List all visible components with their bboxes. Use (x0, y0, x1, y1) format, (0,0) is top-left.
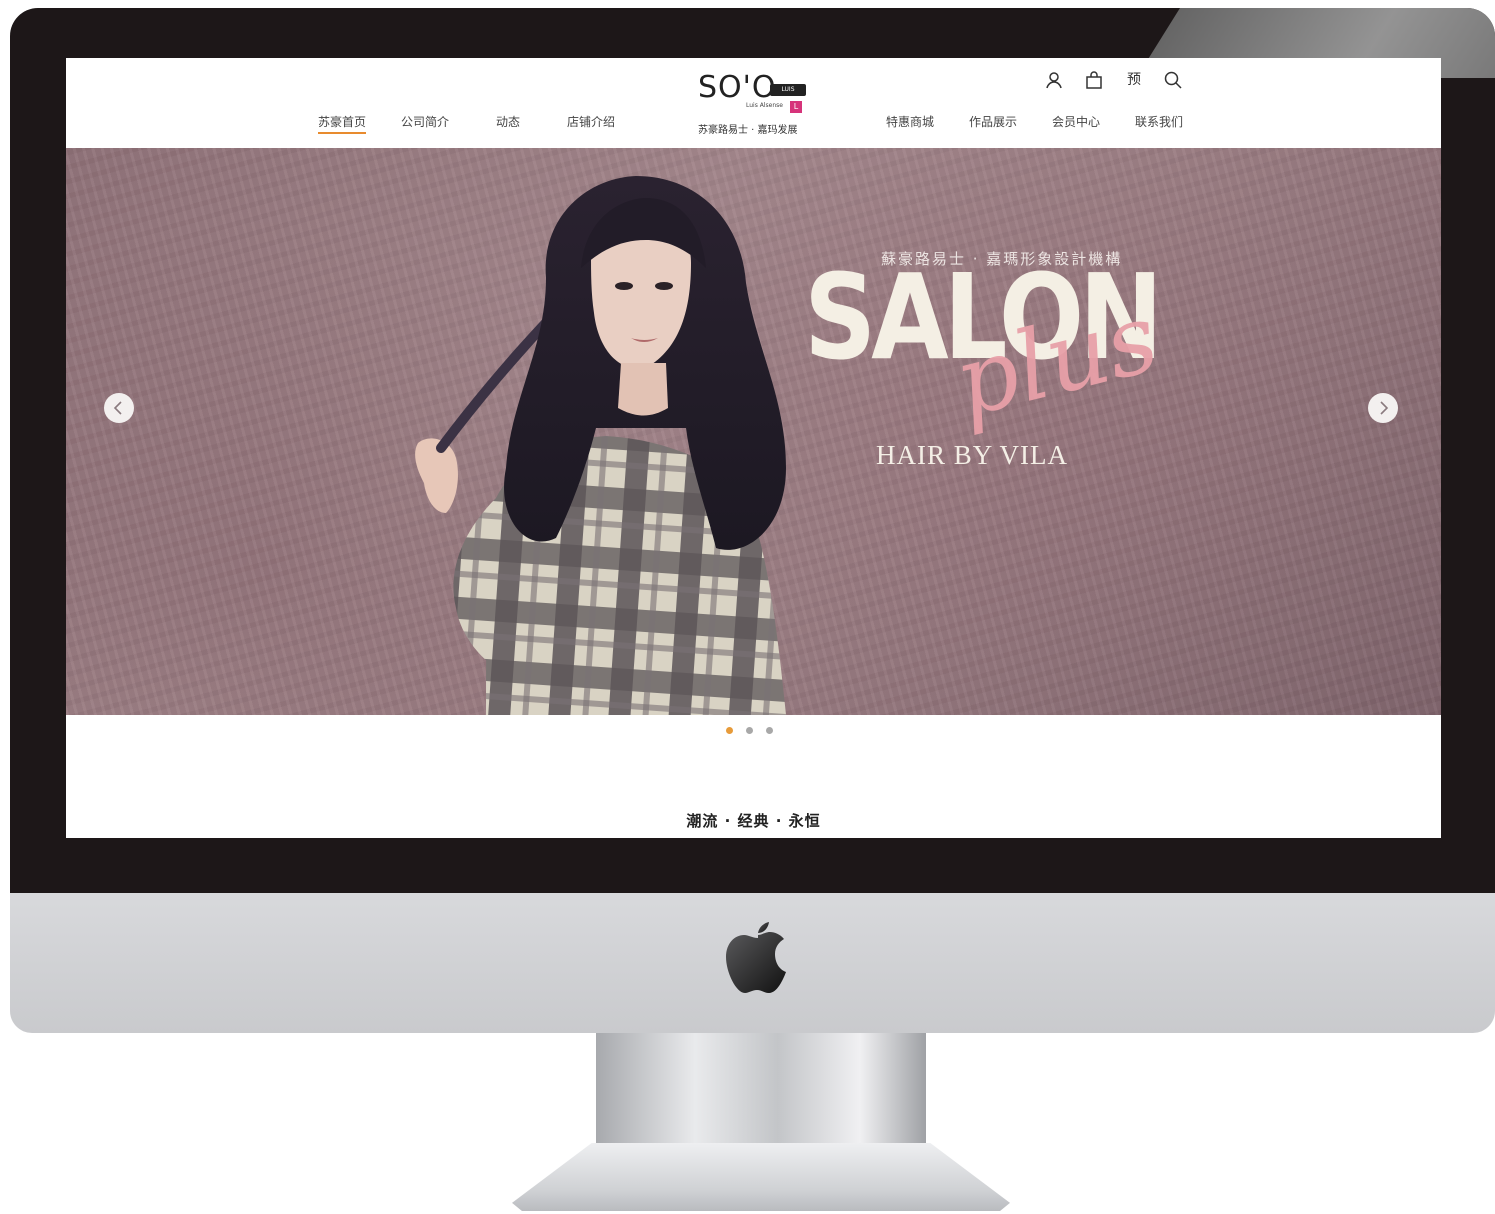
logo-badge: LUIS (770, 84, 806, 96)
logo-chinese-name: 苏豪路易士 · 嘉玛发展 (698, 125, 798, 136)
carousel-dot[interactable] (726, 727, 733, 734)
hero-tagline: HAIR BY VILA (876, 440, 1068, 470)
apple-logo-icon (726, 922, 786, 993)
nav-item-works[interactable]: 作品展示 (969, 113, 1017, 130)
chevron-left-icon (113, 401, 122, 415)
monitor-stand-neck (596, 1033, 926, 1143)
screen: 苏豪首页 公司简介 动态 店铺介绍 SO'O LUIS Luis Alsense… (66, 58, 1441, 838)
nav-item-about[interactable]: 公司简介 (401, 113, 449, 130)
logo-wordmark: SO'O (698, 70, 777, 105)
brand-slogan: 潮流 · 经典 · 永恒 (686, 812, 821, 830)
site-header: 苏豪首页 公司简介 动态 店铺介绍 SO'O LUIS Luis Alsense… (66, 58, 1441, 148)
search-icon[interactable] (1163, 70, 1183, 90)
nav-item-mall[interactable]: 特惠商城 (886, 113, 934, 130)
site-logo[interactable]: SO'O LUIS Luis Alsense L 苏豪路易士 · 嘉玛发展 (686, 64, 816, 142)
logo-pink-mark: L (790, 101, 802, 113)
imac-mockup: 苏豪首页 公司简介 动态 店铺介绍 SO'O LUIS Luis Alsense… (0, 0, 1495, 1214)
carousel-dot[interactable] (766, 727, 773, 734)
nav-item-home[interactable]: 苏豪首页 (318, 113, 367, 134)
carousel-next-button[interactable] (1368, 393, 1398, 423)
logo-subline: Luis Alsense (746, 102, 783, 109)
nav-item-news[interactable]: 动态 (496, 113, 520, 130)
nav-item-stores[interactable]: 店铺介绍 (567, 113, 615, 130)
reserve-icon[interactable]: 预 (1124, 70, 1144, 90)
nav-item-contact[interactable]: 联系我们 (1135, 113, 1183, 130)
hero-banner[interactable]: 蘇豪路易士 · 嘉瑪形象設計機構 SALON plus HAIR BY VILA (66, 148, 1441, 715)
nav-item-member[interactable]: 会员中心 (1052, 113, 1100, 130)
bag-icon[interactable] (1084, 70, 1104, 90)
carousel-dot[interactable] (746, 727, 753, 734)
chevron-right-icon (1380, 401, 1389, 415)
hero-model-image (415, 176, 786, 715)
user-icon[interactable] (1044, 70, 1064, 90)
carousel-prev-button[interactable] (104, 393, 134, 423)
monitor-stand-foot (512, 1143, 1010, 1211)
